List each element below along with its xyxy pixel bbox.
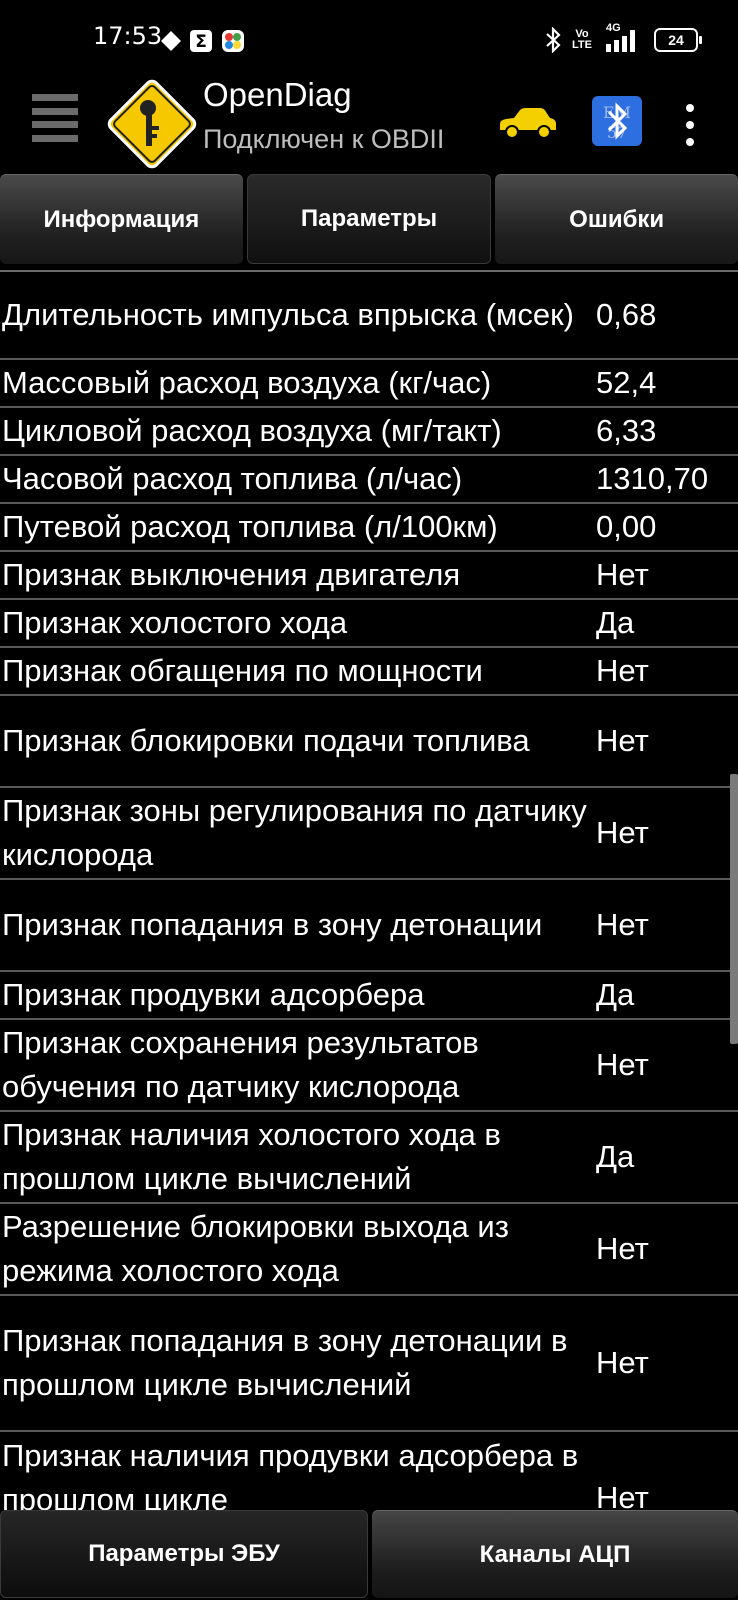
menu-icon[interactable]: [32, 94, 78, 142]
app-logo-icon: [107, 79, 197, 169]
status-bar: 17:53 Σ Vo LTE 4G 24: [0, 0, 738, 80]
tab-adc-channels[interactable]: Каналы АЦП: [372, 1510, 738, 1598]
parameter-value: Нет: [596, 1047, 649, 1082]
parameter-value: Нет: [596, 1231, 649, 1266]
status-time: 17:53: [93, 22, 163, 50]
parameter-name: Признак попадания в зону детонации: [2, 907, 543, 942]
colorful-app-icon: [222, 30, 244, 52]
table-row: Признак попадания в зону детонации Нет: [0, 880, 738, 972]
parameter-name: Разрешение блокировки выхода из режима х…: [2, 1209, 509, 1288]
parameter-value: Да: [596, 605, 635, 640]
parameter-name: Признак наличия продувки адсорбера в про…: [2, 1438, 579, 1510]
parameter-name: Признак зоны регулирования по датчику ки…: [2, 793, 587, 872]
parameter-value: Нет: [596, 815, 649, 850]
action-bar: OpenDiag Подключен к OBDII EM 57: [0, 76, 738, 176]
top-tabs: Информация Параметры Ошибки: [0, 174, 738, 264]
parameter-value: Да: [596, 1139, 635, 1174]
parameter-name: Массовый расход воздуха (кг/час): [2, 365, 492, 400]
parameter-name: Признак продувки адсорбера: [2, 977, 425, 1012]
table-row: Цикловой расход воздуха (мг/такт) 6,33: [0, 408, 738, 456]
parameter-name: Признак сохранения результатов обучения …: [2, 1025, 479, 1104]
tab-ecu-parameters[interactable]: Параметры ЭБУ: [0, 1510, 368, 1598]
bottom-tabs: Параметры ЭБУ Каналы АЦП: [0, 1510, 738, 1600]
parameter-value: 52,4: [596, 365, 657, 400]
overflow-menu-icon[interactable]: [684, 104, 696, 146]
status-right-group: Vo LTE 4G 24: [544, 22, 702, 54]
parameter-value: Нет: [596, 653, 649, 688]
table-row: Признак холостого хода Да: [0, 600, 738, 648]
battery-icon: 24: [654, 28, 702, 52]
table-row: Признак наличия продувки адсорбера в про…: [0, 1432, 738, 1510]
diamond-icon: [161, 31, 181, 51]
parameter-value: Нет: [596, 723, 649, 758]
parameter-value: 0,68: [596, 297, 657, 332]
table-row: Признак сохранения результатов обучения …: [0, 1020, 738, 1112]
parameter-value: Нет: [596, 907, 649, 942]
car-icon[interactable]: [496, 106, 558, 140]
table-row: Часовой расход топлива (л/час) 1310,70: [0, 456, 738, 504]
bluetooth-icon: [546, 27, 561, 53]
app-title: OpenDiag: [203, 76, 352, 113]
tab-errors[interactable]: Ошибки: [495, 174, 738, 264]
parameter-name: Признак блокировки подачи топлива: [2, 723, 530, 758]
table-row: Признак выключения двигателя Нет: [0, 552, 738, 600]
table-row: Путевой расход топлива (л/100км) 0,00: [0, 504, 738, 552]
parameter-name: Путевой расход топлива (л/100км): [2, 509, 498, 544]
tab-information[interactable]: Информация: [0, 174, 243, 264]
parameter-name: Признак наличия холостого хода в прошлом…: [2, 1117, 501, 1196]
scrollbar[interactable]: [730, 774, 738, 1044]
table-row: Признак продувки адсорбера Да: [0, 972, 738, 1020]
table-row: Признак попадания в зону детонации в про…: [0, 1296, 738, 1432]
signal-icon: 4G: [602, 22, 644, 54]
table-row: Массовый расход воздуха (кг/час) 52,4: [0, 360, 738, 408]
connection-status: Подключен к OBDII: [203, 124, 445, 154]
parameter-name: Признак попадания в зону детонации в про…: [2, 1323, 568, 1402]
parameter-name: Признак выключения двигателя: [2, 557, 461, 592]
parameter-value: 0,00: [596, 509, 657, 544]
table-row: Разрешение блокировки выхода из режима х…: [0, 1204, 738, 1296]
parameter-name: Признак обгащения по мощности: [2, 653, 483, 688]
parameter-name: Длительность импульса впрыска (мсек): [2, 297, 574, 332]
table-row: Длительность импульса впрыска (мсек) 0,6…: [0, 272, 738, 360]
parameter-value: Нет: [596, 1345, 649, 1380]
parameter-name: Часовой расход топлива (л/час): [2, 461, 463, 496]
parameter-value: 6,33: [596, 413, 657, 448]
parameters-list[interactable]: Длительность импульса впрыска (мсек) 0,6…: [0, 270, 738, 1510]
network-type: Vo LTE: [572, 28, 592, 51]
parameter-value: Нет: [596, 1480, 649, 1510]
parameter-value: Нет: [596, 557, 649, 592]
svg-text:Σ: Σ: [195, 32, 207, 52]
table-row: Признак блокировки подачи топлива Нет: [0, 696, 738, 788]
sigma-icon: Σ: [190, 30, 212, 52]
table-row: Признак наличия холостого хода в прошлом…: [0, 1112, 738, 1204]
table-row: Признак обгащения по мощности Нет: [0, 648, 738, 696]
parameter-value: 1310,70: [596, 461, 709, 496]
parameter-name: Цикловой расход воздуха (мг/такт): [2, 413, 502, 448]
tab-parameters[interactable]: Параметры: [246, 174, 492, 264]
parameter-name: Признак холостого хода: [2, 605, 348, 640]
table-row: Признак зоны регулирования по датчику ки…: [0, 788, 738, 880]
parameter-value: Да: [596, 977, 635, 1012]
bluetooth-ecu-icon[interactable]: EM 57: [592, 96, 642, 146]
